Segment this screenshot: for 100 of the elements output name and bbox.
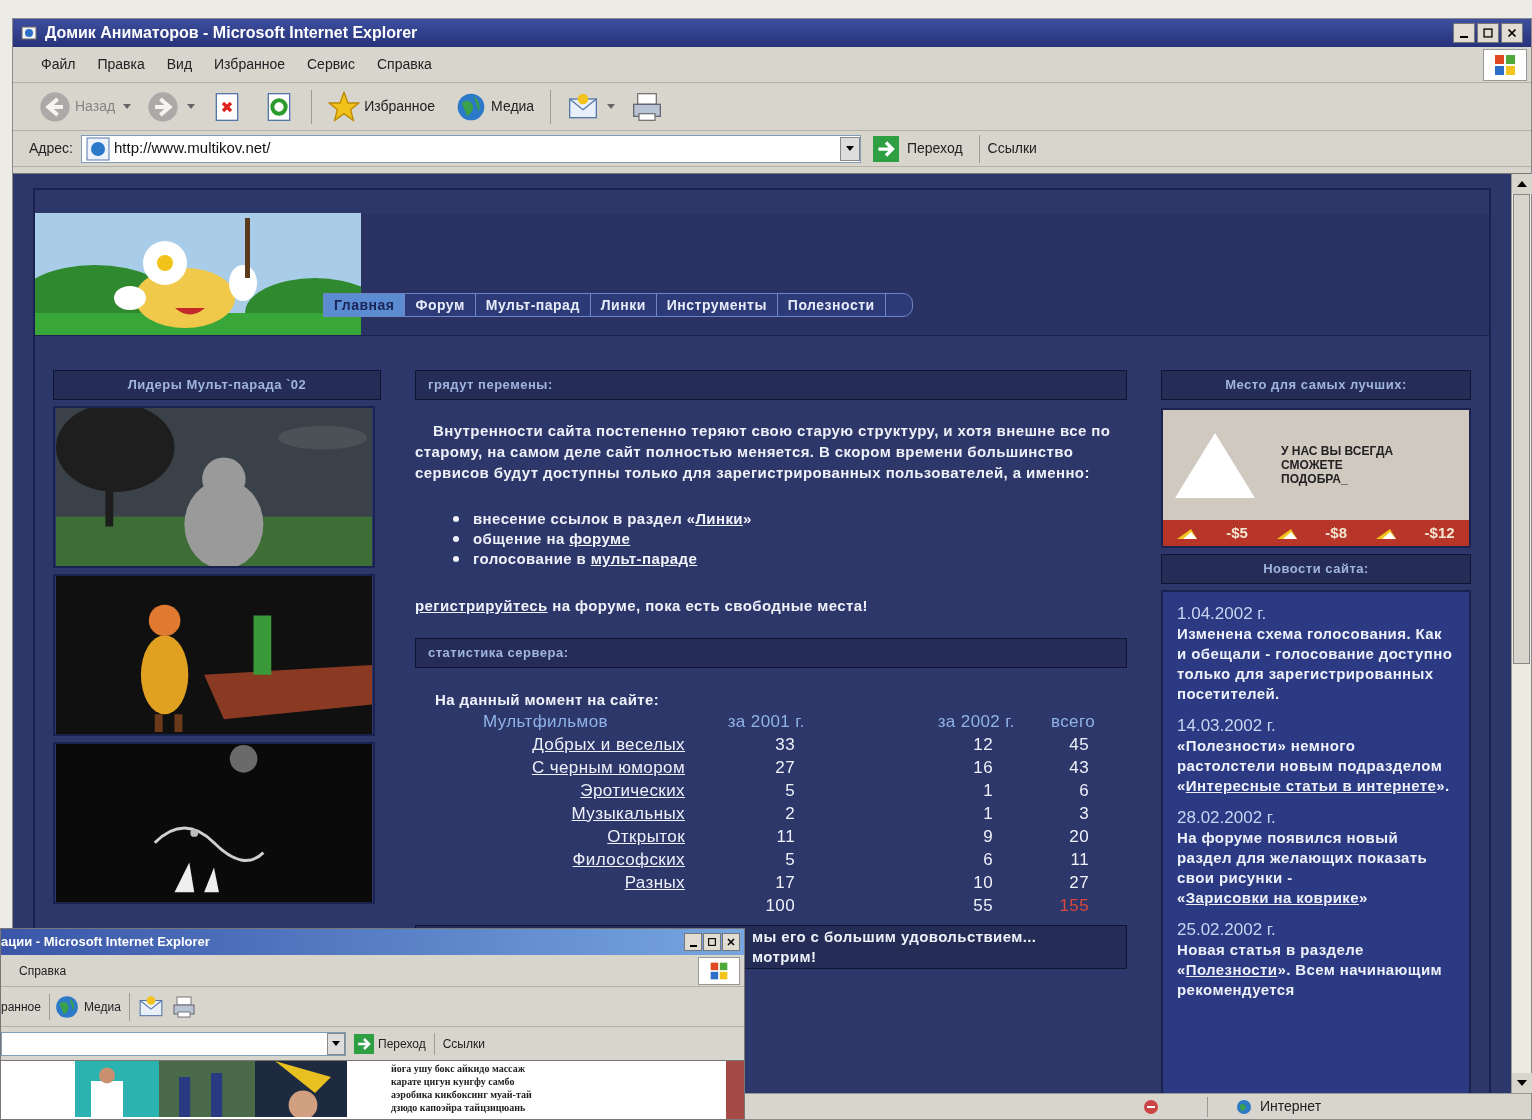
- table-cell-text: 17: [774, 871, 796, 894]
- links-button[interactable]: Ссылки: [987, 138, 1037, 159]
- link[interactable]: регистрируйтесь: [415, 597, 548, 614]
- bullet-icon: [453, 556, 459, 562]
- news-date: 1.04.2002 г.: [1177, 604, 1268, 624]
- triangle-icon: [1175, 432, 1255, 498]
- address-field[interactable]: http://www.multikov.net/: [80, 134, 861, 163]
- nav-tab[interactable]: Линки: [590, 294, 657, 316]
- menu-item[interactable]: Избранное: [214, 54, 285, 75]
- scroll-up-icon[interactable]: [1512, 174, 1532, 194]
- close-icon: [725, 936, 737, 948]
- menu-item[interactable]: Справка: [376, 54, 432, 75]
- quote-text: мотрим!: [752, 946, 818, 967]
- link[interactable]: Полезности: [1185, 961, 1278, 978]
- maximize-button[interactable]: [703, 933, 721, 951]
- window-title: ации - Microsoft Internet Explorer: [1, 933, 211, 952]
- dropdown-caret-icon[interactable]: [607, 104, 616, 109]
- table-cell-text: 100: [764, 894, 796, 917]
- scroll-down-icon[interactable]: [1512, 1073, 1532, 1093]
- link[interactable]: Добрых и веселых: [532, 734, 685, 754]
- text-line: йога ушу бокс айкидо массаж: [391, 1062, 526, 1075]
- link[interactable]: Эротических: [580, 780, 685, 800]
- news-text: «Полезности» немного растолстели новым подразделом «Интересные статьи в интернете».: [1177, 736, 1451, 796]
- close-button[interactable]: [722, 933, 740, 951]
- hat-icon: [1276, 527, 1297, 539]
- news-date: 25.02.2002 г.: [1177, 920, 1277, 940]
- address-text: http://www.multikov.net/: [113, 138, 272, 159]
- table-cell-text: 9: [982, 825, 994, 848]
- column-header: за 2001 г.: [726, 710, 805, 733]
- menu-item[interactable]: Справка: [19, 961, 67, 980]
- news-date: 28.02.2002 г.: [1177, 808, 1277, 828]
- caption: На данный момент на сайте:: [435, 689, 661, 710]
- page-icon: [85, 136, 110, 161]
- table-cell-text: 55: [972, 894, 994, 917]
- link[interactable]: Открыток: [607, 826, 685, 846]
- scrollbar[interactable]: [726, 1061, 744, 1119]
- dropdown-button[interactable]: [839, 136, 860, 161]
- hat-icon: [1177, 527, 1198, 539]
- nav-tab[interactable]: Полезности: [777, 294, 886, 316]
- go-button[interactable]: Переход: [354, 1033, 426, 1054]
- close-button[interactable]: [1501, 23, 1523, 43]
- column-header: Мультфильмов: [482, 710, 609, 733]
- media-button[interactable]: Медиа: [451, 86, 539, 127]
- paragraph: регистрируйтесь на форуме, пока есть свободные места!: [415, 596, 869, 616]
- menu-item[interactable]: Файл: [41, 54, 76, 75]
- scroll-thumb[interactable]: [1513, 194, 1530, 664]
- dropdown-caret-icon[interactable]: [187, 104, 196, 109]
- favorites-button[interactable]: ранное: [1, 997, 41, 1016]
- link[interactable]: Разных: [624, 872, 685, 892]
- text-line: дзюдо капоэйра тайцзицюань: [391, 1101, 527, 1114]
- table-cell-text: 11: [1069, 848, 1090, 871]
- minimize-button[interactable]: [684, 933, 702, 951]
- menu-item[interactable]: Сервис: [307, 54, 355, 75]
- table-cell-text: 2: [784, 802, 796, 825]
- column-header: всего: [1049, 710, 1095, 733]
- media-button[interactable]: Медиа: [48, 993, 121, 1020]
- text-line: карате цигун кунгфу самбо: [391, 1075, 516, 1088]
- table-cell-text: 5: [784, 848, 796, 871]
- news-text: На форуме появился новый раздел для желающих показать свои рисунки - «Зарисовки на коврике»: [1177, 828, 1429, 908]
- link[interactable]: Зарисовки на коврике: [1185, 889, 1359, 906]
- scrollbar[interactable]: [1511, 174, 1531, 1093]
- table-cell-text: 155: [1058, 894, 1090, 917]
- section-header: грядут перемены:: [415, 370, 1127, 400]
- column-header: за 2002 г.: [936, 710, 1015, 733]
- list-item: голосование в мульт-параде: [473, 549, 698, 569]
- minimize-icon: [1460, 36, 1468, 38]
- nav-tab[interactable]: Мульт-парад: [475, 294, 591, 316]
- ad-text: ПОДОБРА_: [1281, 472, 1349, 486]
- minimize-button[interactable]: [1453, 23, 1475, 43]
- links-button[interactable]: Ссылки: [442, 1034, 485, 1053]
- table-cell-text: 10: [972, 871, 994, 894]
- nav-tab[interactable]: Инструменты: [656, 294, 778, 316]
- menu-item[interactable]: Правка: [97, 54, 145, 75]
- dropdown-caret-icon[interactable]: [123, 104, 132, 109]
- price-text: -$12: [1424, 522, 1455, 543]
- nav-tab[interactable]: Главная: [324, 294, 406, 316]
- link[interactable]: мульт-параде: [590, 550, 698, 567]
- link[interactable]: Философских: [572, 849, 685, 869]
- link[interactable]: С черным юмором: [531, 757, 685, 777]
- dropdown-button[interactable]: [327, 1032, 345, 1055]
- favorites-button[interactable]: Избранное: [324, 86, 440, 127]
- table-cell-text: 5: [784, 779, 796, 802]
- link[interactable]: Линки: [695, 510, 743, 527]
- maximize-button[interactable]: [1477, 23, 1499, 43]
- printer-icon[interactable]: [171, 994, 196, 1019]
- news-date: 14.03.2002 г.: [1177, 716, 1277, 736]
- table-cell-text: 6: [1078, 779, 1090, 802]
- caret-icon: [332, 1041, 340, 1046]
- link[interactable]: Музыкальных: [571, 803, 685, 823]
- go-button[interactable]: Переход: [872, 135, 963, 162]
- link[interactable]: Интересные статьи в интернете: [1185, 777, 1437, 794]
- menu-item[interactable]: Вид: [166, 54, 193, 75]
- ad-banner[interactable]: У НАС ВЫ ВСЕГДА СМОЖЕТЕ ПОДОБРА_ -$5 -$8 -$12: [1161, 408, 1471, 548]
- close-icon: [1505, 26, 1519, 40]
- link[interactable]: форуме: [569, 530, 631, 547]
- minimize-icon: [689, 944, 697, 947]
- address-field[interactable]: [1, 1031, 346, 1056]
- star-icon: [328, 90, 361, 123]
- nav-tab[interactable]: Форум: [405, 294, 476, 316]
- ad-text: У НАС ВЫ ВСЕГДА: [1281, 444, 1394, 458]
